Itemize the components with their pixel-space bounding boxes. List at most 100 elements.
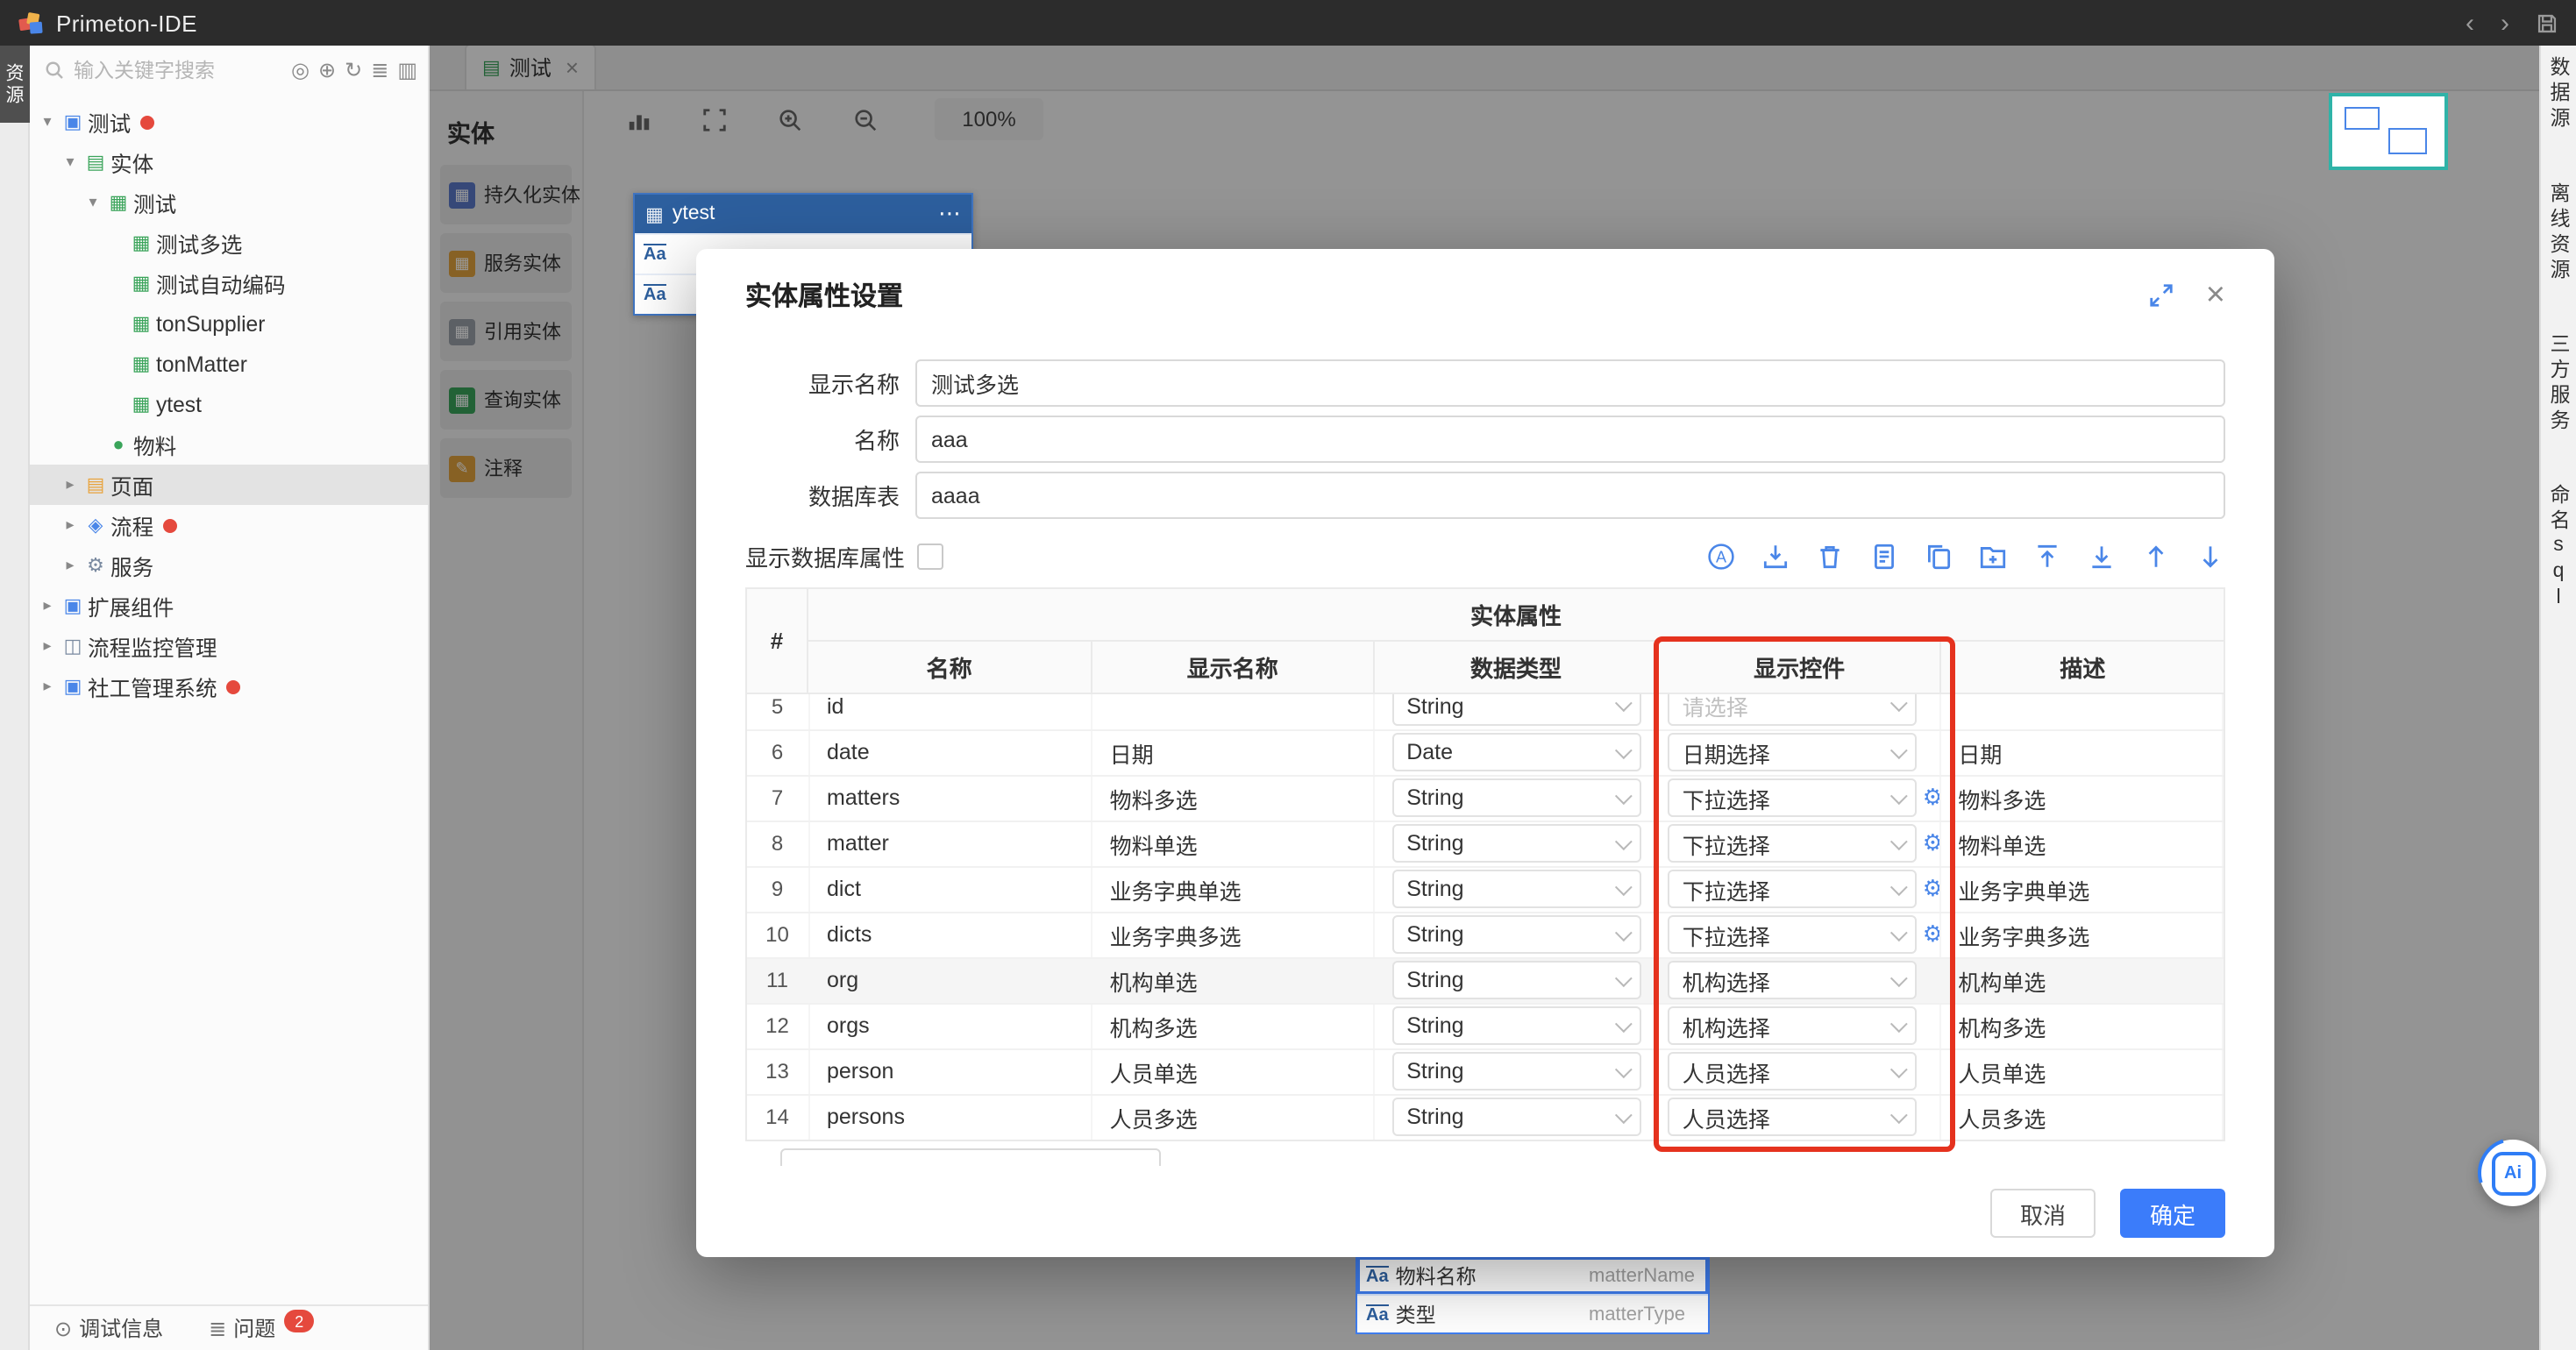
property-row[interactable]: 9 dict 业务字典单选 String 下拉选择⚙ 业务字典单选 [747, 866, 2223, 912]
copy-icon[interactable] [1924, 542, 1953, 572]
tree-item[interactable]: ▸ ▣ 社工管理系统 [30, 666, 428, 707]
widget-select[interactable]: 下拉选择 [1669, 778, 1918, 817]
mark-icon[interactable]: ⊕ [318, 58, 336, 82]
save-icon[interactable] [2536, 11, 2558, 34]
minimap[interactable] [2329, 93, 2448, 170]
nav-forward-icon[interactable]: › [2501, 10, 2509, 36]
tree-expand-icon[interactable]: ▸ [60, 475, 81, 494]
property-row[interactable]: 6 date 日期 Date 日期选择⚙ 日期 [747, 729, 2223, 775]
data-type-select[interactable]: String [1392, 915, 1641, 954]
name-input[interactable] [915, 416, 2225, 463]
tree-item[interactable]: ▦ tonMatter [30, 344, 428, 384]
tree-item[interactable]: ▦ 测试多选 [30, 223, 428, 263]
tree-item[interactable]: ▦ 测试自动编码 [30, 263, 428, 303]
right-rail-tab[interactable]: 命名sql [2544, 483, 2572, 613]
tree-item[interactable]: ▸ ▤ 页面 [30, 465, 428, 505]
problems-button[interactable]: ≣ 问题 2 [209, 1313, 314, 1343]
prop-desc-cell[interactable]: 业务字典多选 [1939, 912, 2223, 957]
prop-display-cell[interactable] [1092, 694, 1375, 729]
prop-display-cell[interactable]: 日期 [1092, 729, 1375, 775]
refresh-icon[interactable]: ↻ [345, 58, 362, 82]
prop-display-cell[interactable]: 业务字典单选 [1092, 866, 1375, 912]
prop-name-cell[interactable]: date [808, 729, 1092, 775]
right-rail-tab[interactable]: 三方服务 [2544, 332, 2572, 434]
prop-name-cell[interactable]: persons [808, 1094, 1092, 1140]
right-rail-tab[interactable]: 数据源 [2544, 56, 2572, 132]
tree-expand-icon[interactable]: ▾ [37, 112, 58, 131]
ok-button[interactable]: 确定 [2120, 1189, 2225, 1238]
rail-tab-resources[interactable]: 资源 [0, 46, 30, 123]
prop-name-cell[interactable]: org [808, 957, 1092, 1003]
widget-select[interactable]: 日期选择 [1669, 733, 1918, 771]
tree-expand-icon[interactable]: ▾ [60, 153, 81, 172]
prop-desc-cell[interactable]: 机构多选 [1939, 1003, 2223, 1048]
panel-icon[interactable]: ▥ [397, 58, 417, 82]
display-name-input[interactable] [915, 359, 2225, 407]
prop-display-cell[interactable]: 物料单选 [1092, 821, 1375, 866]
widget-select[interactable]: 机构选择 [1669, 1006, 1918, 1045]
tree-expand-icon[interactable]: ▸ [37, 636, 58, 656]
show-db-props-checkbox[interactable] [917, 544, 943, 570]
tree-expand-icon[interactable]: ▸ [37, 677, 58, 696]
prop-name-cell[interactable]: matter [808, 821, 1092, 866]
debug-info-button[interactable]: ⊙ 调试信息 [54, 1313, 163, 1343]
entity-field-row[interactable]: Aa 物料名称 matterName [1357, 1255, 1708, 1294]
property-row[interactable]: 13 person 人员单选 String 人员选择⚙ 人员单选 [747, 1048, 2223, 1094]
gear-icon[interactable]: ⚙ [1923, 784, 1940, 810]
prop-name-cell[interactable]: orgs [808, 1003, 1092, 1048]
tree-item[interactable]: ▾ ▦ 测试 [30, 182, 428, 223]
gear-icon[interactable]: ⚙ [1923, 829, 1940, 856]
prop-desc-cell[interactable]: 人员多选 [1939, 1094, 2223, 1140]
widget-select[interactable]: 人员选择 [1669, 1098, 1918, 1136]
prop-desc-cell[interactable] [1939, 694, 2223, 729]
prop-display-cell[interactable]: 业务字典多选 [1092, 912, 1375, 957]
data-type-select[interactable]: String [1392, 778, 1641, 817]
tree-item[interactable]: ▾ ▤ 实体 [30, 142, 428, 182]
move-bottom-icon[interactable] [2087, 542, 2117, 572]
prop-desc-cell[interactable]: 机构单选 [1939, 957, 2223, 1003]
prop-name-cell[interactable]: person [808, 1048, 1092, 1094]
widget-select[interactable]: 下拉选择 [1669, 915, 1918, 954]
prop-name-cell[interactable]: matters [808, 775, 1092, 821]
gear-icon[interactable]: ⚙ [1923, 875, 1940, 901]
entity-field-row[interactable]: Aa 类型 matterType [1357, 1294, 1708, 1332]
expand-dialog-icon[interactable] [2148, 282, 2174, 309]
tree-item[interactable]: ▾ ▣ 测试 [30, 102, 428, 142]
tree-expand-icon[interactable]: ▸ [37, 596, 58, 615]
data-type-select[interactable]: String [1392, 961, 1641, 999]
tree-item[interactable]: ▦ ytest [30, 384, 428, 424]
data-type-select[interactable]: String [1392, 1098, 1641, 1136]
folder-add-icon[interactable] [1978, 542, 2008, 572]
delete-icon[interactable] [1815, 542, 1845, 572]
property-row[interactable]: 14 persons 人员多选 String 人员选择⚙ 人员多选 [747, 1094, 2223, 1140]
doc-icon[interactable] [1869, 542, 1899, 572]
ai-assistant-button[interactable]: Ai [2480, 1140, 2546, 1206]
data-type-select[interactable]: String [1392, 694, 1641, 726]
property-row[interactable]: 11 org 机构单选 String 机构选择⚙ 机构单选 [747, 957, 2223, 1003]
tree-item[interactable]: ▸ ◫ 流程监控管理 [30, 626, 428, 666]
tree-expand-icon[interactable]: ▸ [60, 556, 81, 575]
entity-card-header[interactable]: ▦ ytest ⋯ [635, 195, 971, 233]
prop-desc-cell[interactable]: 日期 [1939, 729, 2223, 775]
cancel-button[interactable]: 取消 [1990, 1189, 2096, 1238]
data-type-select[interactable]: String [1392, 1052, 1641, 1091]
right-rail-tab[interactable]: 离线资源 [2544, 181, 2572, 283]
tree-item[interactable]: ● 物料 [30, 424, 428, 465]
property-row[interactable]: 5 id String 请选择⚙ [747, 694, 2223, 729]
data-type-select[interactable]: String [1392, 1006, 1641, 1045]
prop-display-cell[interactable]: 机构单选 [1092, 957, 1375, 1003]
widget-select[interactable]: 人员选择 [1669, 1052, 1918, 1091]
more-icon[interactable]: ⋯ [938, 200, 961, 228]
prop-display-cell[interactable]: 机构多选 [1092, 1003, 1375, 1048]
prop-desc-cell[interactable]: 业务字典单选 [1939, 866, 2223, 912]
tree-item[interactable]: ▦ tonSupplier [30, 303, 428, 344]
tree-expand-icon[interactable]: ▸ [60, 515, 81, 535]
prop-desc-cell[interactable]: 人员单选 [1939, 1048, 2223, 1094]
prop-desc-cell[interactable]: 物料多选 [1939, 775, 2223, 821]
prop-name-cell[interactable]: dict [808, 866, 1092, 912]
property-row[interactable]: 12 orgs 机构多选 String 机构选择⚙ 机构多选 [747, 1003, 2223, 1048]
db-table-input[interactable] [915, 472, 2225, 519]
prop-name-cell[interactable]: id [808, 694, 1092, 729]
import-icon[interactable] [1761, 542, 1790, 572]
tree-item[interactable]: ▸ ⚙ 服务 [30, 545, 428, 586]
